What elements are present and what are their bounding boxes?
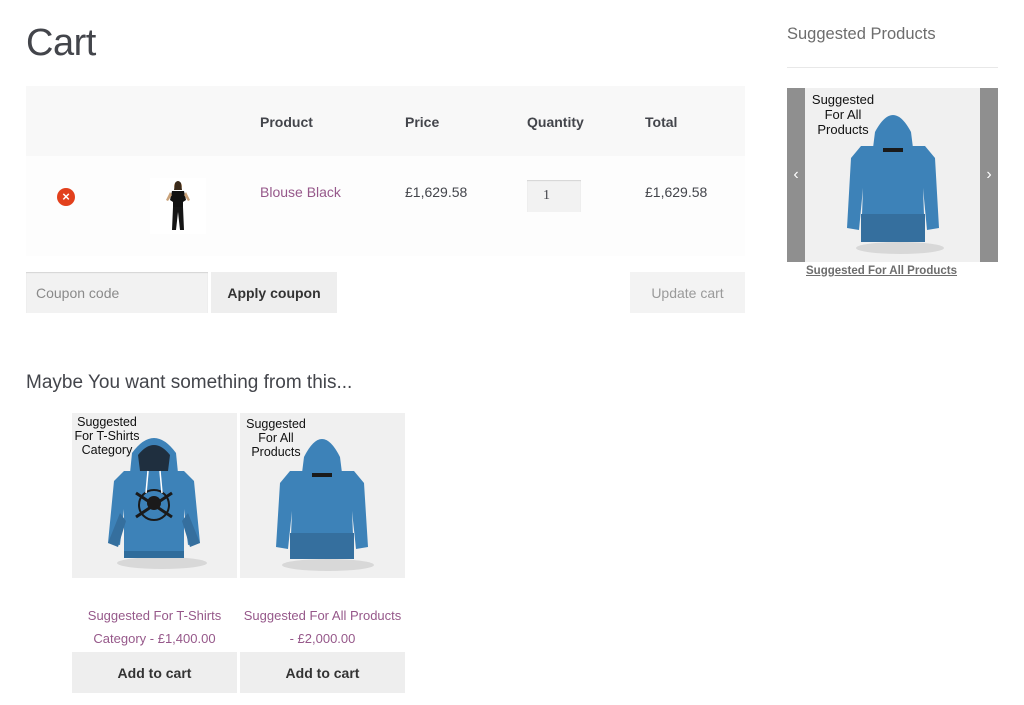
chevron-left-icon[interactable]: ‹ — [787, 88, 805, 262]
quantity-input[interactable] — [527, 180, 581, 212]
cross-sell-product-card: Suggested For T-Shirts Category Suggeste… — [72, 413, 237, 693]
product-image[interactable]: Suggested For T-Shirts Category — [72, 413, 237, 578]
product-title-link[interactable]: Suggested For All Products - £2,000.00 — [240, 604, 405, 650]
suggested-product-link[interactable]: Suggested For All Products — [806, 265, 957, 277]
cart-item-row: × Blouse Black £1,629.58 £1,629.58 — [26, 156, 745, 256]
coupon-code-input[interactable] — [26, 272, 208, 313]
product-thumbnail[interactable] — [150, 178, 206, 234]
product-title-link[interactable]: Suggested For T-Shirts Category - £1,400… — [72, 604, 237, 650]
add-to-cart-button[interactable]: Add to cart — [72, 652, 237, 693]
cart-item-price: £1,629.58 — [405, 184, 468, 200]
chevron-right-icon[interactable]: › — [980, 88, 998, 262]
add-to-cart-button[interactable]: Add to cart — [240, 652, 405, 693]
cart-table: Product Price Quantity Total × Blouse Bl… — [26, 86, 745, 256]
remove-item-icon[interactable]: × — [57, 188, 75, 206]
image-label: Suggested For T-Shirts Category — [74, 415, 140, 457]
header-quantity: Quantity — [527, 114, 584, 130]
cart-table-header: Product Price Quantity Total — [26, 86, 745, 156]
header-price: Price — [405, 114, 440, 130]
cross-sell-product-card: Suggested For All Products Suggested For… — [240, 413, 405, 693]
product-image[interactable]: Suggested For All Products — [240, 413, 405, 578]
header-product: Product — [260, 114, 313, 130]
image-label: Suggested For All Products — [246, 417, 306, 459]
blouse-image-icon — [150, 178, 206, 234]
update-cart-button[interactable]: Update cart — [630, 272, 745, 313]
apply-coupon-button[interactable]: Apply coupon — [211, 272, 337, 313]
slide-image-label: Suggested For All Products — [811, 92, 875, 137]
cross-sell-heading: Maybe You want something from this... — [26, 372, 353, 393]
sidebar-title: Suggested Products — [787, 25, 936, 43]
header-total: Total — [645, 114, 678, 130]
sidebar-divider — [787, 67, 998, 68]
cart-item-product-link[interactable]: Blouse Black — [260, 184, 341, 200]
page-title: Cart — [26, 22, 96, 64]
cart-item-total: £1,629.58 — [645, 184, 708, 200]
suggested-products-slider: Suggested For All Products ‹ › — [787, 88, 998, 262]
